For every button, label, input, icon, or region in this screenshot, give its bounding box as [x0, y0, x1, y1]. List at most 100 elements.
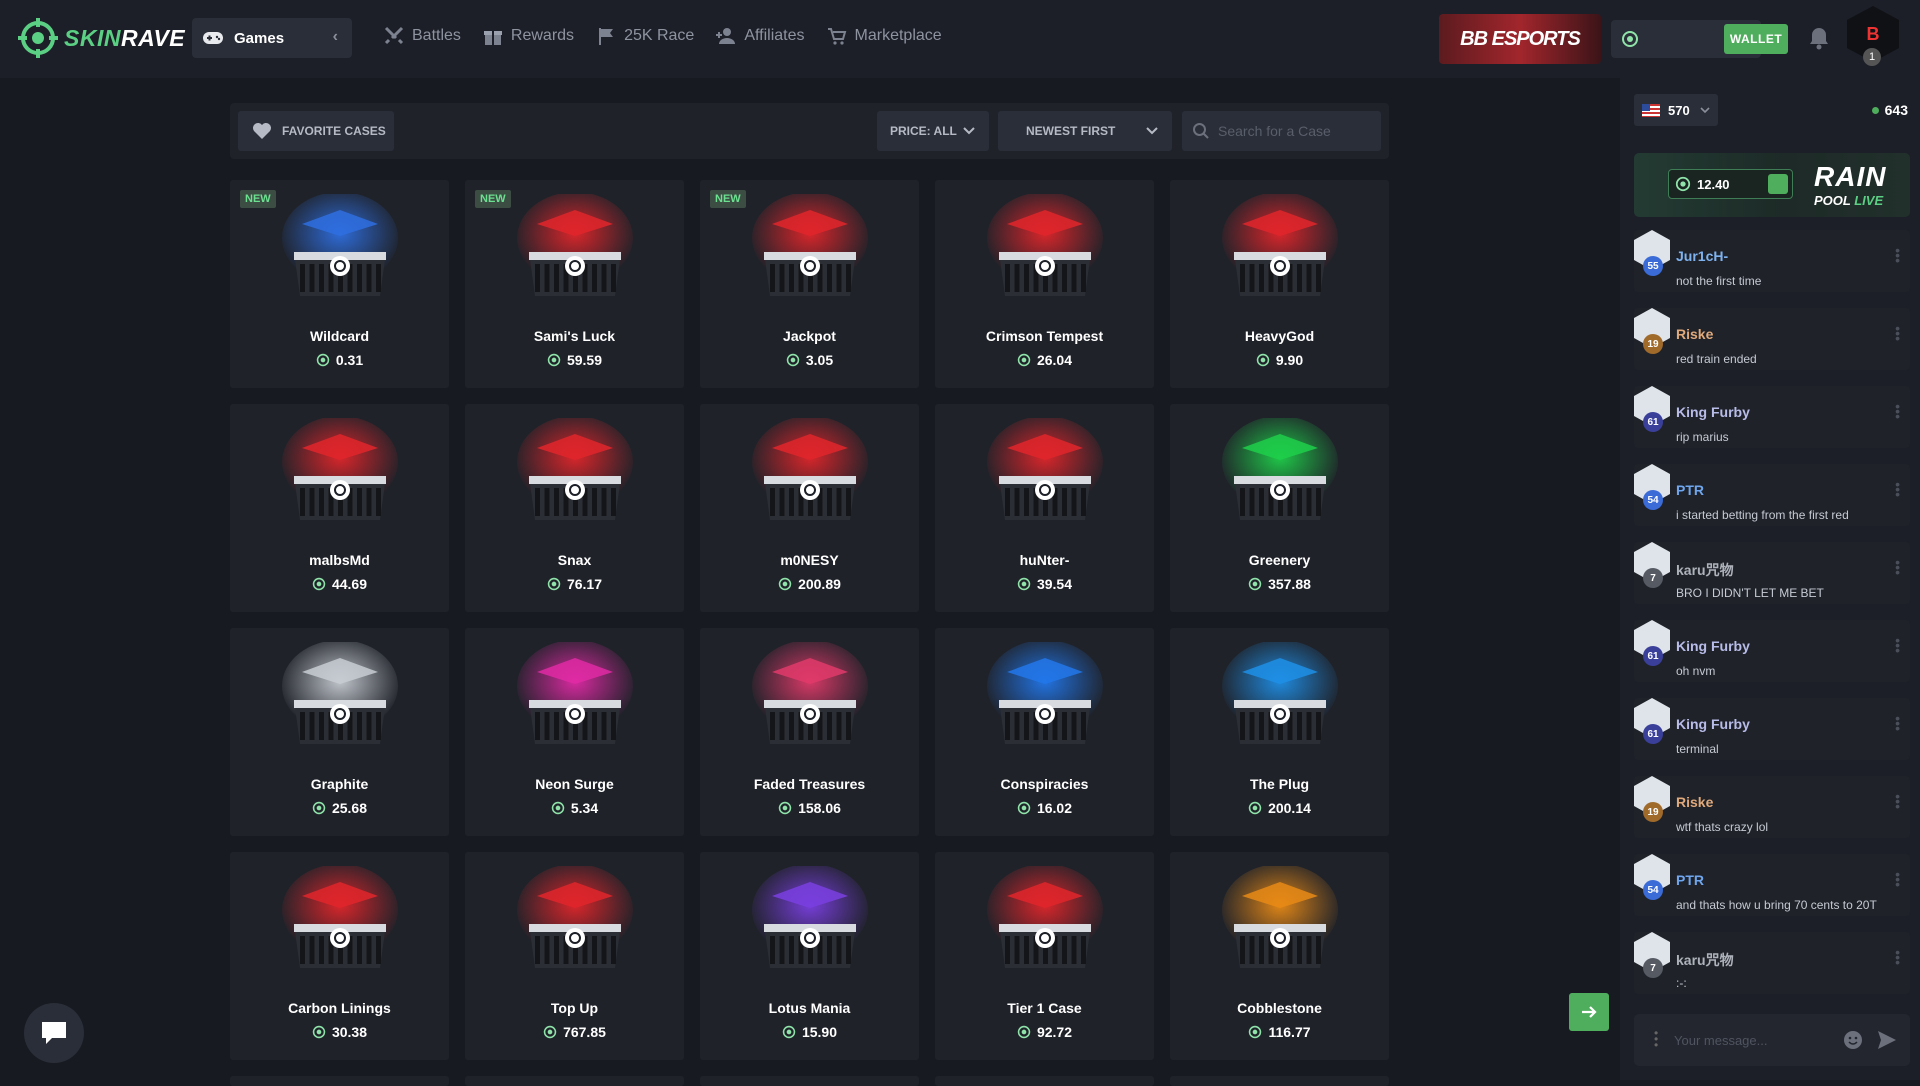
- case-card[interactable]: Greenery 357.88: [1170, 404, 1389, 612]
- case-price: 92.72: [935, 1024, 1154, 1040]
- case-card[interactable]: Lotus Mania 15.90: [700, 852, 919, 1060]
- send-icon[interactable]: [1876, 1029, 1898, 1051]
- nav-race[interactable]: 25K Race: [596, 26, 694, 46]
- favorite-cases-button[interactable]: FAVORITE CASES: [238, 111, 394, 151]
- sort-dropdown[interactable]: NEWEST FIRST: [998, 111, 1172, 151]
- case-price: 44.69: [230, 576, 449, 592]
- case-card[interactable]: m0NESY 200.89: [700, 404, 919, 612]
- message-menu-icon[interactable]: • • •: [1895, 243, 1900, 267]
- message-menu-icon[interactable]: • • •: [1895, 789, 1900, 813]
- chat-message: 54 PTR and thats how u bring 70 cents to…: [1634, 854, 1910, 916]
- case-price: 30.38: [230, 1024, 449, 1040]
- chat-username[interactable]: PTR: [1676, 482, 1704, 498]
- case-price: 39.54: [935, 576, 1154, 592]
- message-menu-icon[interactable]: • • •: [1895, 633, 1900, 657]
- case-image: [282, 866, 398, 968]
- case-price: 26.04: [935, 352, 1154, 368]
- case-name: Snax: [557, 552, 592, 568]
- message-menu-icon[interactable]: • • •: [1895, 321, 1900, 345]
- case-card[interactable]: Cobblestone 116.77: [1170, 852, 1389, 1060]
- message-menu-icon[interactable]: • • •: [1895, 399, 1900, 423]
- wallet-button[interactable]: WALLET: [1724, 24, 1788, 54]
- case-name: Faded Treasures: [753, 776, 866, 792]
- chat-level-badge: 19: [1643, 802, 1663, 822]
- case-card[interactable]: Conspiracies 16.02: [935, 628, 1154, 836]
- coin-icon: [1017, 1025, 1031, 1039]
- case-card[interactable]: Crimson Tempest 26.04: [935, 180, 1154, 388]
- chat-username[interactable]: karu咒物: [1676, 560, 1734, 580]
- case-name: Sami's Luck: [533, 328, 616, 344]
- message-menu-icon[interactable]: • • •: [1895, 711, 1900, 735]
- chat-toggle-button[interactable]: [24, 1003, 84, 1063]
- case-card[interactable]: The Plug 200.14: [1170, 628, 1389, 836]
- case-card[interactable]: Neon Surge 5.34: [465, 628, 684, 836]
- nav-affiliates[interactable]: Affiliates: [716, 26, 805, 46]
- more-options-icon[interactable]: • • •: [1654, 1027, 1658, 1051]
- collapse-chat-button[interactable]: [1569, 993, 1609, 1031]
- case-name: Greenery: [1248, 552, 1311, 568]
- case-search: [1182, 111, 1381, 151]
- nav-battles[interactable]: Battles: [384, 26, 461, 46]
- logo-text: SKINRAVE: [64, 24, 186, 51]
- chat-level-badge: 7: [1643, 568, 1663, 588]
- case-card[interactable]: Tier 1 Case 92.72: [935, 852, 1154, 1060]
- chat-level-badge: 54: [1643, 880, 1663, 900]
- case-card[interactable]: huNter- 39.54: [935, 404, 1154, 612]
- message-menu-icon[interactable]: • • •: [1895, 867, 1900, 891]
- case-card[interactable]: NEW Sami's Luck 59.59: [465, 180, 684, 388]
- nav-rewards[interactable]: Rewards: [483, 26, 574, 46]
- case-card[interactable]: NEW Jackpot 3.05: [700, 180, 919, 388]
- chat-text: i started betting from the first red: [1676, 508, 1849, 522]
- message-menu-icon[interactable]: • • •: [1895, 555, 1900, 579]
- case-name: Conspiracies: [1000, 776, 1089, 792]
- chat-username[interactable]: karu咒物: [1676, 950, 1734, 970]
- price-filter-dropdown[interactable]: PRICE: ALL: [877, 111, 989, 151]
- rain-pool-banner[interactable]: 12.40 RAIN POOL LIVE: [1634, 153, 1910, 217]
- case-card[interactable]: Carbon Linings 30.38: [230, 852, 449, 1060]
- case-price-value: 26.04: [1036, 352, 1073, 368]
- sponsor-banner[interactable]: BB ESPORTS: [1439, 14, 1601, 64]
- case-price-value: 3.05: [805, 352, 834, 368]
- chat-username[interactable]: PTR: [1676, 872, 1704, 888]
- case-image: [1222, 194, 1338, 296]
- case-card[interactable]: Faded Treasures 158.06: [700, 628, 919, 836]
- chat-username[interactable]: Riske: [1676, 326, 1713, 342]
- chat-message-input[interactable]: [1674, 1014, 1834, 1066]
- chat-message: 19 Riske red train ended • • •: [1634, 308, 1910, 370]
- case-card[interactable]: HeavyGod 9.90: [1170, 180, 1389, 388]
- emoji-icon[interactable]: [1842, 1029, 1864, 1051]
- case-price-value: 59.59: [566, 352, 603, 368]
- case-card[interactable]: Graphite 25.68: [230, 628, 449, 836]
- chat-username[interactable]: Riske: [1676, 794, 1713, 810]
- case-image: [517, 642, 633, 744]
- gift-icon[interactable]: [1768, 174, 1788, 194]
- chat-message: 61 King Furby oh nvm • • •: [1634, 620, 1910, 682]
- nav-marketplace[interactable]: Marketplace: [827, 26, 942, 46]
- chat-username[interactable]: King Furby: [1676, 404, 1750, 420]
- chat-username[interactable]: Jur1cH-: [1676, 248, 1728, 264]
- chat-username[interactable]: King Furby: [1676, 716, 1750, 732]
- chat-room-selector[interactable]: 570: [1634, 94, 1718, 126]
- chat-text: wtf thats crazy lol: [1676, 820, 1769, 834]
- main-nav: Battles Rewards 25K Race Affiliates Mark…: [384, 26, 942, 46]
- chat-username[interactable]: King Furby: [1676, 638, 1750, 654]
- message-menu-icon[interactable]: • • •: [1895, 945, 1900, 969]
- case-card[interactable]: Top Up 767.85: [465, 852, 684, 1060]
- case-card[interactable]: malbsMd 44.69: [230, 404, 449, 612]
- chat-level-badge: 61: [1643, 724, 1663, 744]
- case-name: Carbon Linings: [288, 1000, 391, 1016]
- case-name: Wildcard: [310, 328, 369, 344]
- games-menu-button[interactable]: Games ‹: [192, 18, 352, 58]
- message-menu-icon[interactable]: • • •: [1895, 477, 1900, 501]
- case-card[interactable]: NEW Wildcard 0.31: [230, 180, 449, 388]
- case-search-input[interactable]: [1218, 111, 1368, 151]
- coin-icon: [1248, 801, 1262, 815]
- case-price-value: 0.31: [335, 352, 364, 368]
- nav-marketplace-label: Marketplace: [854, 27, 942, 44]
- logo[interactable]: SKINRAVE: [18, 18, 185, 58]
- case-name: Top Up: [550, 1000, 599, 1016]
- case-card[interactable]: Snax 76.17: [465, 404, 684, 612]
- case-price: 767.85: [465, 1024, 684, 1040]
- bell-icon[interactable]: [1808, 26, 1830, 50]
- case-price-value: 15.90: [801, 1024, 838, 1040]
